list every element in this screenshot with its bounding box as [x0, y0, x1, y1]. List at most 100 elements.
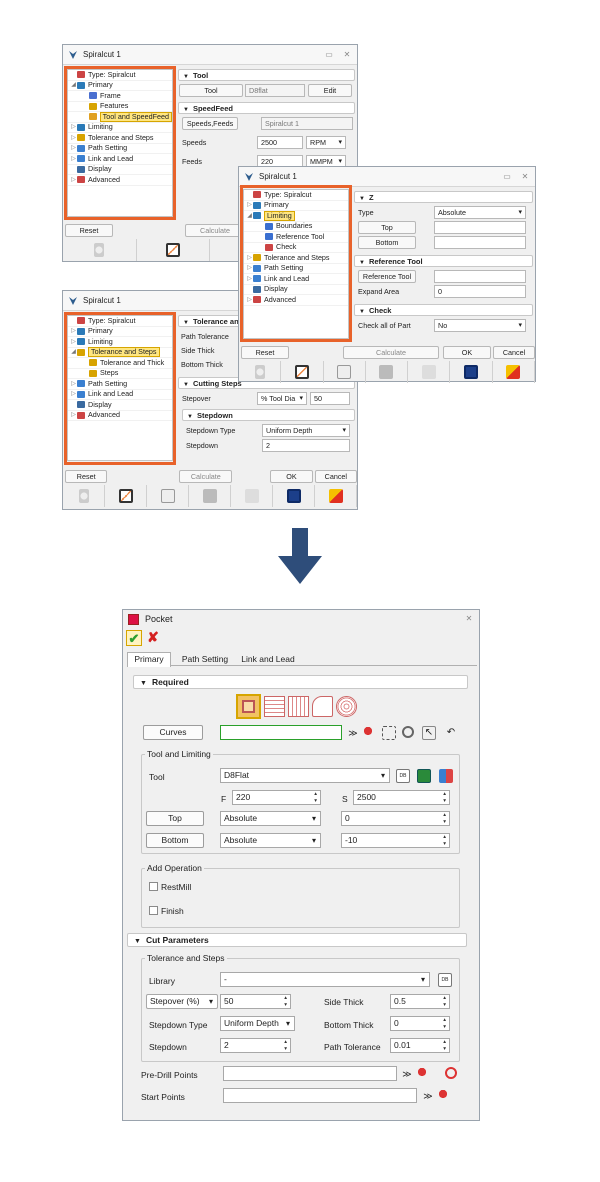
strip-item[interactable] — [189, 485, 231, 507]
reference-tool-button[interactable]: Reference Tool — [358, 270, 416, 283]
bottom-mode-select[interactable]: Absolute — [220, 833, 321, 848]
top-button[interactable]: Top — [146, 811, 204, 826]
expand-area-input[interactable]: 0 — [434, 285, 526, 298]
pattern-zigzag-icon[interactable] — [264, 696, 285, 717]
top-mode-select[interactable]: Absolute — [220, 811, 321, 826]
calculate-button[interactable]: Calculate — [185, 223, 245, 237]
expand-chevron-icon[interactable]: ≫ — [400, 1067, 414, 1081]
reset-button[interactable]: Reset — [65, 469, 108, 483]
predrill-input[interactable] — [223, 1066, 397, 1081]
strip-item[interactable] — [105, 485, 147, 507]
restore-icon[interactable]: ▭ — [324, 50, 334, 59]
curves-input[interactable] — [220, 725, 342, 740]
bottom-input[interactable]: -10 — [341, 833, 450, 848]
bottom-input[interactable] — [434, 236, 526, 249]
speeds-unit-select[interactable]: RPM — [306, 136, 346, 149]
cancel-button[interactable]: Cancel — [493, 345, 535, 359]
stepdown-input[interactable]: 2 — [262, 439, 350, 452]
tool-select[interactable]: D8Flat — [220, 768, 390, 783]
strip-item[interactable] — [231, 485, 273, 507]
speed-input[interactable]: 2500 — [353, 790, 450, 805]
stepover-input[interactable]: 50 — [310, 392, 350, 405]
section-z[interactable]: ▼ Z — [354, 191, 533, 203]
bottom-thick-input[interactable]: 0 — [390, 1016, 450, 1031]
top-button[interactable]: Top — [358, 221, 416, 234]
tab-link-and-lead[interactable]: Link and Lead — [239, 653, 297, 666]
curves-button[interactable]: Curves — [143, 725, 203, 740]
close-icon[interactable]: ✕ — [342, 50, 352, 59]
stepover-mode-select[interactable]: % Tool Dia — [257, 392, 307, 405]
expand-chevron-icon[interactable]: ≫ — [346, 726, 360, 740]
strip-item[interactable] — [324, 361, 366, 383]
tool-database-icon[interactable]: DB — [396, 769, 410, 783]
calculate-button[interactable]: Calculate — [179, 469, 233, 483]
check-all-select[interactable]: No — [434, 319, 526, 332]
tab-primary[interactable]: Primary — [127, 652, 171, 667]
feed-input[interactable]: 220 — [232, 790, 321, 805]
tool-shape-icon[interactable] — [439, 769, 453, 783]
speeds-feeds-button[interactable]: Speeds,Feeds — [182, 117, 238, 130]
section-reference-tool[interactable]: ▼ Reference Tool — [354, 255, 533, 267]
section-speedfeed[interactable]: ▼ SpeedFeed — [178, 102, 355, 114]
tool-value-field[interactable]: D8flat — [245, 84, 305, 97]
strip-item[interactable] — [408, 361, 451, 383]
reset-button[interactable]: Reset — [241, 345, 289, 359]
speeds-input[interactable]: 2500 — [257, 136, 303, 149]
section-required[interactable]: ▼ Required — [133, 675, 468, 689]
bottom-button[interactable]: Bottom — [358, 236, 416, 249]
pattern-parallel-icon[interactable] — [288, 696, 309, 717]
strip-item[interactable] — [63, 485, 105, 507]
library-select[interactable]: - — [220, 972, 430, 987]
stepover-mode-select[interactable]: Stepover (%) — [146, 994, 218, 1009]
pointer-select-icon[interactable]: ↖ — [422, 726, 436, 740]
pick-point-icon[interactable] — [436, 1089, 450, 1103]
strip-item[interactable] — [366, 361, 409, 383]
strip-item[interactable] — [239, 361, 282, 383]
close-icon[interactable]: ✕ — [520, 172, 530, 181]
section-cut-parameters[interactable]: ▼ Cut Parameters — [127, 933, 467, 947]
pattern-circular-icon[interactable] — [336, 696, 357, 717]
cancel-button[interactable]: Cancel — [314, 469, 358, 483]
cancel-x-button[interactable]: ✘ — [145, 630, 161, 646]
strip-item[interactable] — [493, 361, 535, 383]
zoom-icon[interactable] — [402, 726, 414, 738]
strip-item[interactable] — [450, 361, 493, 383]
type-select[interactable]: Absolute — [434, 206, 526, 219]
edit-button[interactable]: Edit — [308, 84, 352, 97]
pick-curve-icon[interactable] — [361, 726, 375, 740]
close-icon[interactable]: ✕ — [464, 615, 474, 623]
library-database-icon[interactable]: DB — [438, 973, 452, 987]
tool-button[interactable]: Tool — [179, 84, 243, 97]
calculate-button[interactable]: Calculate — [343, 345, 439, 359]
add-point-icon[interactable] — [445, 1067, 457, 1079]
ok-button[interactable]: OK — [443, 345, 491, 359]
side-thick-input[interactable]: 0.5 — [390, 994, 450, 1009]
strip-item[interactable] — [315, 485, 357, 507]
stepdown-type-select[interactable]: Uniform Depth — [262, 424, 350, 437]
strip-item[interactable] — [63, 239, 137, 261]
reset-button[interactable]: Reset — [65, 223, 113, 237]
top-input[interactable]: 0 — [341, 811, 450, 826]
restore-icon[interactable]: ▭ — [502, 172, 512, 181]
path-tolerance-input[interactable]: 0.01 — [390, 1038, 450, 1053]
ok-check-button[interactable]: ✔ — [126, 630, 142, 646]
section-tool[interactable]: ▼ Tool — [178, 69, 355, 81]
bottom-button[interactable]: Bottom — [146, 833, 204, 848]
tab-path-setting[interactable]: Path Setting — [177, 653, 233, 666]
start-points-input[interactable] — [223, 1088, 417, 1103]
restmill-checkbox[interactable] — [149, 882, 158, 891]
box-select-icon[interactable] — [382, 726, 396, 740]
pattern-spiral-icon[interactable] — [236, 694, 261, 719]
strip-item[interactable] — [273, 485, 315, 507]
pick-point-icon[interactable] — [415, 1067, 429, 1081]
ok-button[interactable]: OK — [270, 469, 313, 483]
expand-chevron-icon[interactable]: ≫ — [421, 1089, 435, 1103]
stepover-input[interactable]: 50 — [220, 994, 291, 1009]
tool-holder-icon[interactable] — [417, 769, 431, 783]
pattern-profile-icon[interactable] — [312, 696, 333, 717]
strip-item[interactable] — [137, 239, 210, 261]
chain-icon[interactable]: ↶ — [444, 726, 458, 740]
speeds-feeds-field[interactable]: Spiralcut 1 — [261, 117, 353, 130]
strip-item[interactable] — [281, 361, 324, 383]
section-stepdown[interactable]: ▼ Stepdown — [182, 409, 355, 421]
